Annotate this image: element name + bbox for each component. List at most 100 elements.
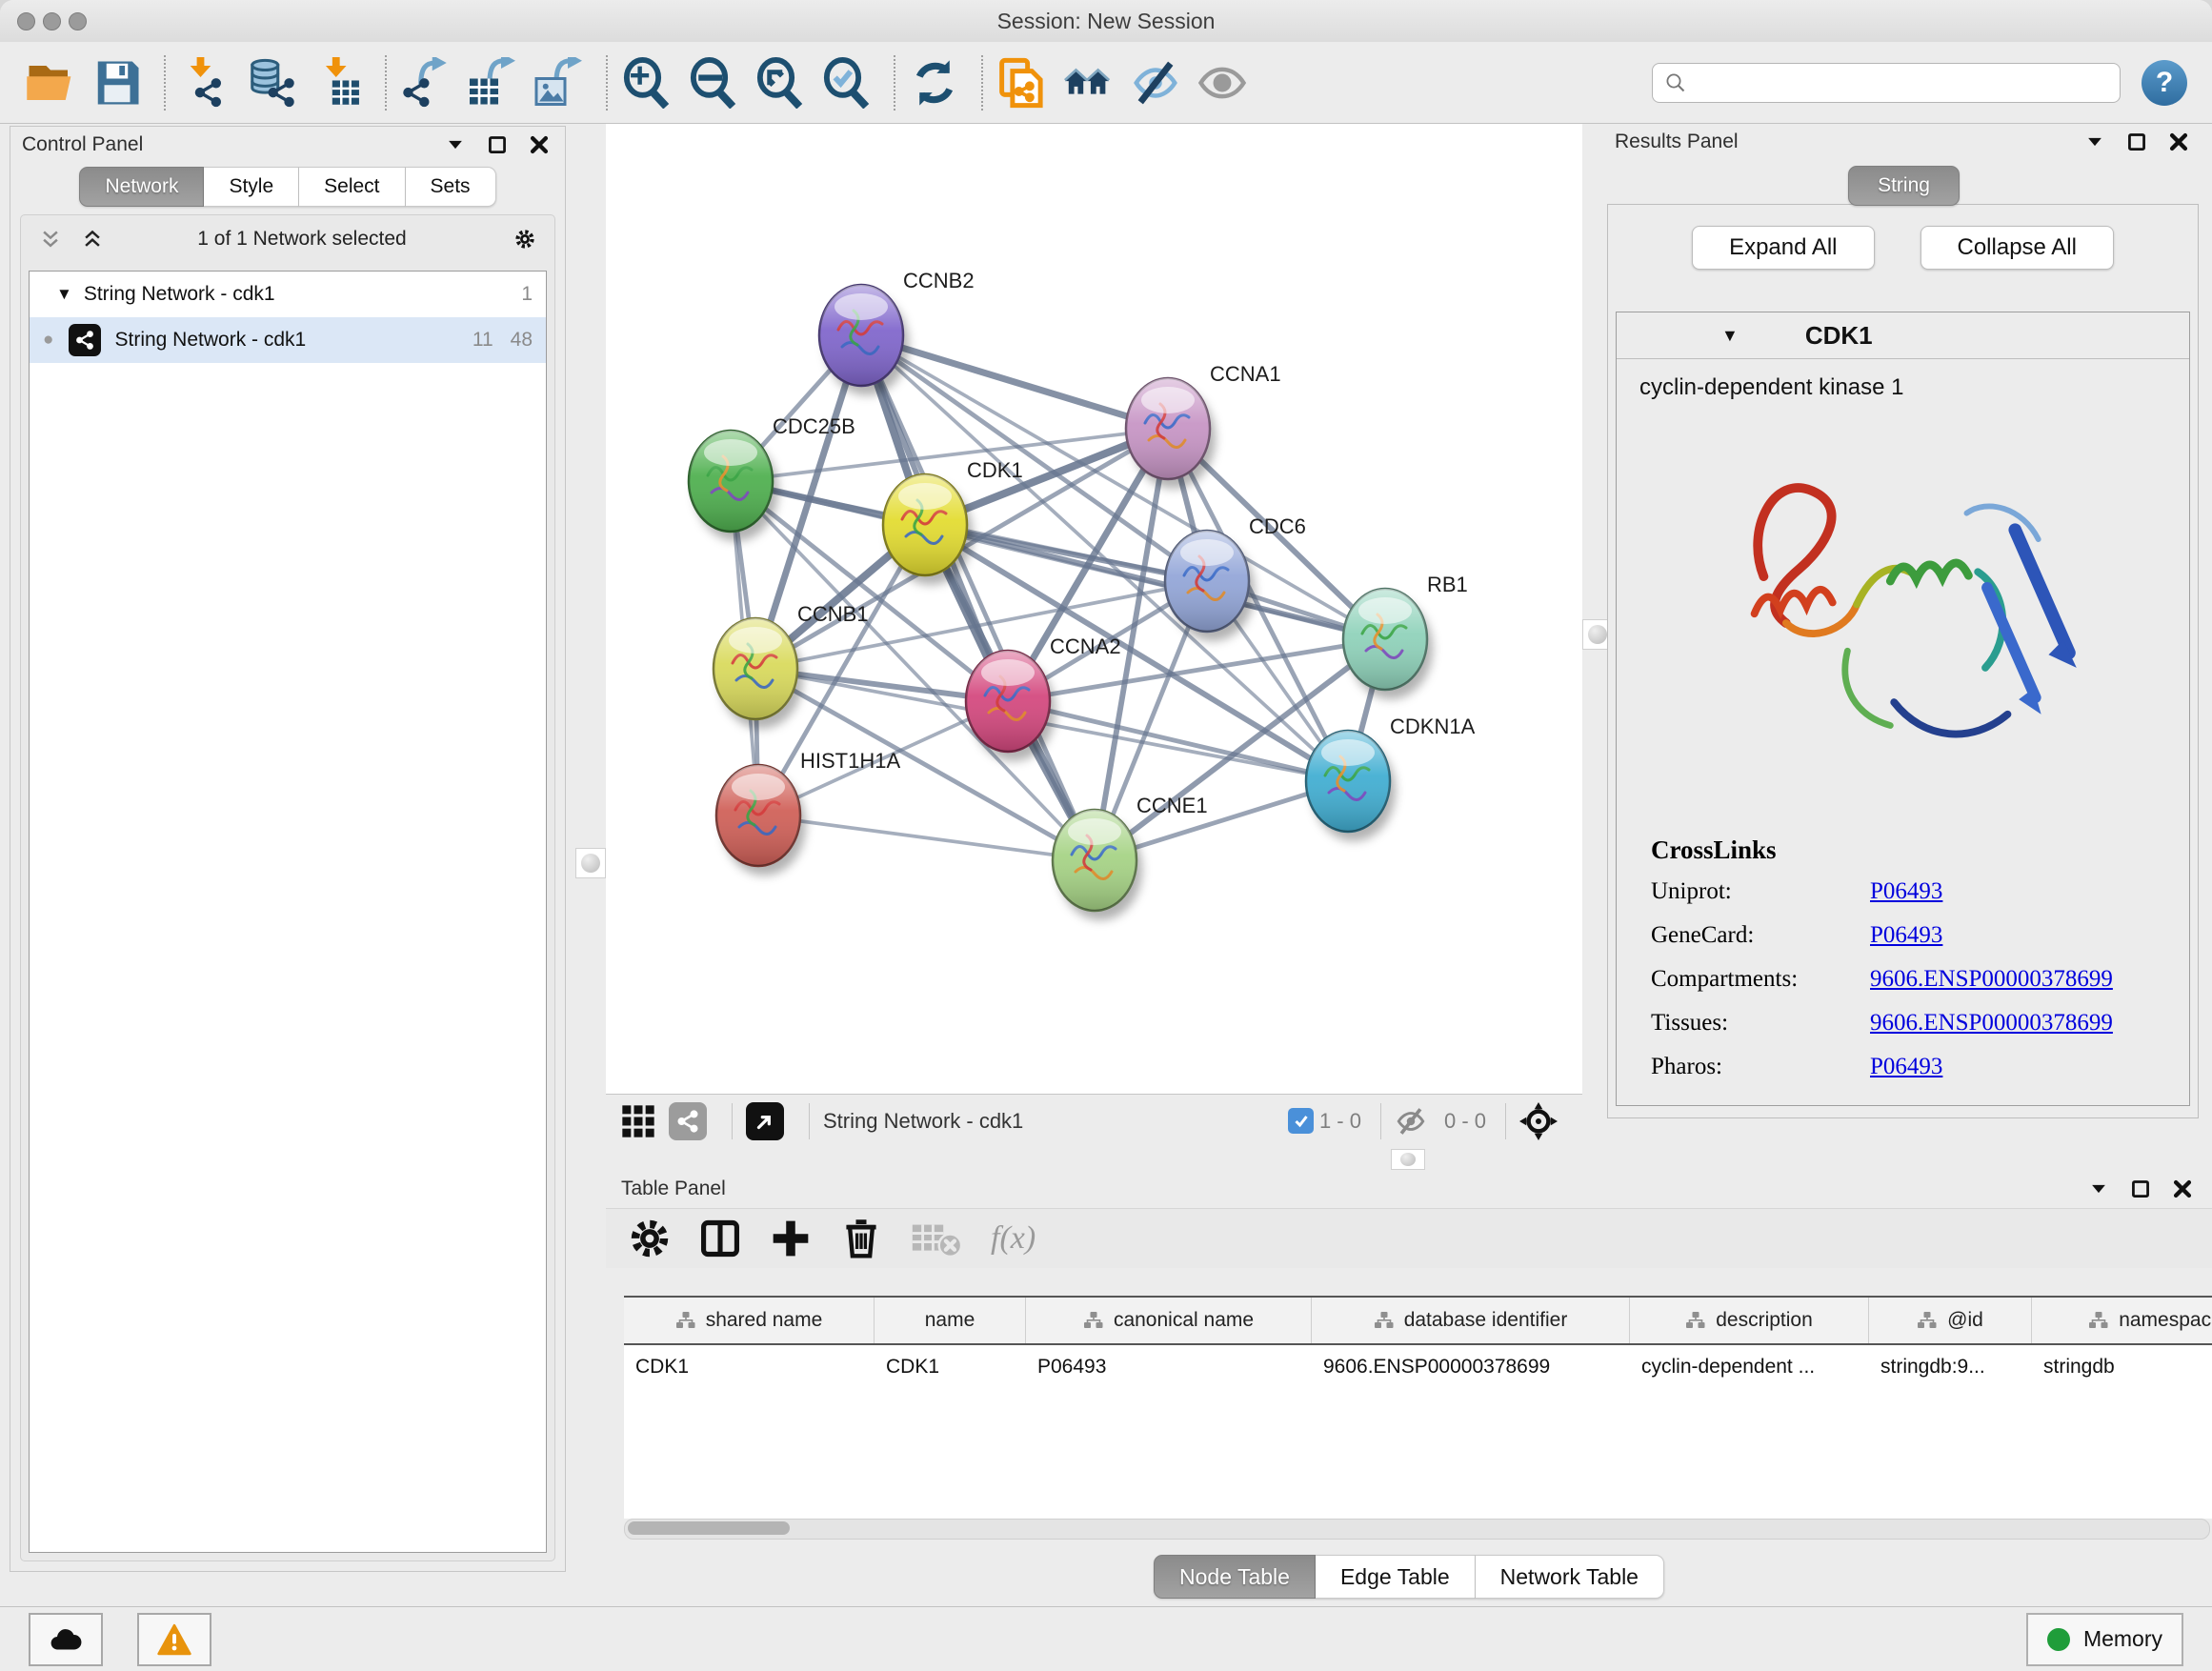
table-cell[interactable]: CDK1 bbox=[875, 1345, 1026, 1389]
table-options-gear-icon[interactable] bbox=[629, 1218, 671, 1259]
string-copy-network-icon[interactable] bbox=[996, 57, 1048, 109]
column-header-shared-name[interactable]: shared name bbox=[624, 1298, 875, 1343]
network-node-cdc6[interactable] bbox=[1165, 531, 1249, 632]
collapse-tree-icon[interactable] bbox=[78, 227, 107, 252]
expand-all-button[interactable]: Expand All bbox=[1692, 226, 1874, 270]
node-label: CCNA2 bbox=[1050, 634, 1121, 658]
export-image-icon[interactable] bbox=[533, 57, 585, 109]
column-header-database-identifier[interactable]: database identifier bbox=[1312, 1298, 1630, 1343]
network-node-cdk1[interactable] bbox=[883, 474, 967, 575]
table-cell[interactable]: 9606.ENSP00000378699 bbox=[1312, 1345, 1630, 1389]
grid-view-icon[interactable] bbox=[619, 1102, 657, 1140]
table-horizontal-scrollbar[interactable] bbox=[624, 1519, 2210, 1540]
tab-string[interactable]: String bbox=[1848, 166, 1960, 206]
export-network-icon[interactable] bbox=[400, 57, 452, 109]
warnings-button[interactable] bbox=[137, 1613, 211, 1666]
network-node-cdkn1a[interactable] bbox=[1306, 731, 1390, 832]
float-panel-icon[interactable] bbox=[483, 132, 512, 157]
fit-content-crosshair-icon[interactable] bbox=[1519, 1102, 1558, 1140]
column-header-description[interactable]: description bbox=[1630, 1298, 1869, 1343]
search-input[interactable] bbox=[1697, 70, 2108, 95]
table-cell[interactable]: cyclin-dependent ... bbox=[1630, 1345, 1869, 1389]
network-row[interactable]: ● String Network - cdk1 11 48 bbox=[30, 317, 546, 363]
left-splitter-handle[interactable] bbox=[575, 848, 606, 878]
collapse-panel-icon[interactable] bbox=[2084, 1177, 2113, 1201]
hidden-eye-icon[interactable] bbox=[1395, 1105, 1427, 1137]
refresh-icon[interactable] bbox=[909, 57, 960, 109]
network-node-ccnb2[interactable] bbox=[819, 285, 903, 386]
open-session-icon[interactable] bbox=[25, 57, 76, 109]
network-node-rb1[interactable] bbox=[1343, 589, 1427, 690]
collection-expand-caret[interactable]: ▼ bbox=[56, 285, 72, 304]
collapse-panel-icon[interactable] bbox=[441, 132, 470, 157]
close-panel-icon[interactable] bbox=[525, 132, 553, 157]
network-edge[interactable] bbox=[758, 815, 1095, 860]
column-header-namespace[interactable]: namespace bbox=[2032, 1298, 2212, 1343]
cloud-status-button[interactable] bbox=[29, 1613, 103, 1666]
selected-checkbox-icon[interactable] bbox=[1288, 1108, 1314, 1134]
tab-sets[interactable]: Sets bbox=[406, 167, 496, 207]
help-button[interactable]: ? bbox=[2142, 60, 2187, 106]
network-edge[interactable] bbox=[861, 335, 1095, 860]
memory-button[interactable]: Memory bbox=[2026, 1613, 2183, 1666]
zoom-fit-icon[interactable] bbox=[754, 57, 806, 109]
crosslink-link[interactable]: P06493 bbox=[1870, 878, 1942, 905]
crosslink-link[interactable]: P06493 bbox=[1870, 922, 1942, 949]
gene-collapse-caret[interactable]: ▼ bbox=[1721, 326, 1739, 346]
crosslink-link[interactable]: 9606.ENSP00000378699 bbox=[1870, 966, 2113, 993]
network-canvas[interactable]: CCNB2CCNA1CDC25BCDK1CDC6RB1CCNB1CCNA2CDK… bbox=[606, 124, 1582, 1094]
home-pages-icon[interactable] bbox=[1063, 57, 1115, 109]
close-panel-icon[interactable] bbox=[2164, 130, 2193, 154]
bottom-splitter-handle[interactable] bbox=[1391, 1149, 1425, 1170]
network-node-ccne1[interactable] bbox=[1053, 810, 1136, 911]
close-panel-icon[interactable] bbox=[2168, 1177, 2197, 1201]
show-columns-icon[interactable] bbox=[699, 1218, 741, 1259]
tab-node-table[interactable]: Node Table bbox=[1154, 1555, 1316, 1599]
table-cell[interactable]: stringdb bbox=[2032, 1345, 2212, 1389]
float-panel-icon[interactable] bbox=[2126, 1177, 2155, 1201]
network-node-hist1h1a[interactable] bbox=[716, 765, 800, 866]
import-table-icon[interactable] bbox=[312, 57, 364, 109]
save-session-icon[interactable] bbox=[91, 57, 143, 109]
network-node-ccnb1[interactable] bbox=[714, 618, 797, 719]
column-header-name[interactable]: name bbox=[875, 1298, 1026, 1343]
delete-column-icon[interactable] bbox=[840, 1218, 882, 1259]
network-tab-content: 1 of 1 Network selected ▼ String Network… bbox=[20, 214, 555, 1561]
add-column-icon[interactable] bbox=[770, 1218, 812, 1259]
tab-network[interactable]: Network bbox=[79, 167, 204, 207]
node-label: CDKN1A bbox=[1390, 715, 1476, 738]
table-row[interactable]: CDK1CDK1P064939606.ENSP00000378699cyclin… bbox=[624, 1345, 2212, 1389]
network-node-ccna1[interactable] bbox=[1126, 378, 1210, 479]
tab-edge-table[interactable]: Edge Table bbox=[1316, 1555, 1476, 1599]
export-table-icon[interactable] bbox=[467, 57, 518, 109]
network-collection-row[interactable]: ▼ String Network - cdk1 1 bbox=[30, 272, 546, 317]
zoom-out-icon[interactable] bbox=[688, 57, 739, 109]
expand-tree-icon[interactable] bbox=[36, 227, 65, 252]
tab-style[interactable]: Style bbox=[204, 167, 299, 207]
crosslink-link[interactable]: P06493 bbox=[1870, 1054, 1942, 1080]
crosslink-link[interactable]: 9606.ENSP00000378699 bbox=[1870, 1010, 2113, 1037]
network-node-cdc25b[interactable] bbox=[689, 431, 773, 532]
network-edge[interactable] bbox=[1008, 701, 1348, 781]
network-node-ccna2[interactable] bbox=[966, 651, 1050, 752]
network-birdseye-icon[interactable] bbox=[669, 1102, 707, 1140]
collapse-all-button[interactable]: Collapse All bbox=[1920, 226, 2114, 270]
table-cell[interactable]: stringdb:9... bbox=[1869, 1345, 2032, 1389]
detach-view-icon[interactable] bbox=[746, 1102, 784, 1140]
zoom-selected-icon[interactable] bbox=[821, 57, 873, 109]
search-box[interactable] bbox=[1652, 63, 2121, 103]
collapse-panel-icon[interactable] bbox=[2081, 130, 2109, 154]
import-network-database-icon[interactable] bbox=[246, 57, 297, 109]
hide-selected-icon[interactable] bbox=[1130, 57, 1181, 109]
zoom-in-icon[interactable] bbox=[621, 57, 673, 109]
import-network-icon[interactable] bbox=[179, 57, 231, 109]
table-cell[interactable]: P06493 bbox=[1026, 1345, 1312, 1389]
table-cell[interactable]: CDK1 bbox=[624, 1345, 875, 1389]
float-panel-icon[interactable] bbox=[2122, 130, 2151, 154]
column-header--id[interactable]: @id bbox=[1869, 1298, 2032, 1343]
tab-network-table[interactable]: Network Table bbox=[1476, 1555, 1664, 1599]
tab-select[interactable]: Select bbox=[299, 167, 405, 207]
network-options-gear-icon[interactable] bbox=[511, 227, 539, 252]
column-header-canonical-name[interactable]: canonical name bbox=[1026, 1298, 1312, 1343]
scrollbar-thumb[interactable] bbox=[628, 1521, 790, 1535]
